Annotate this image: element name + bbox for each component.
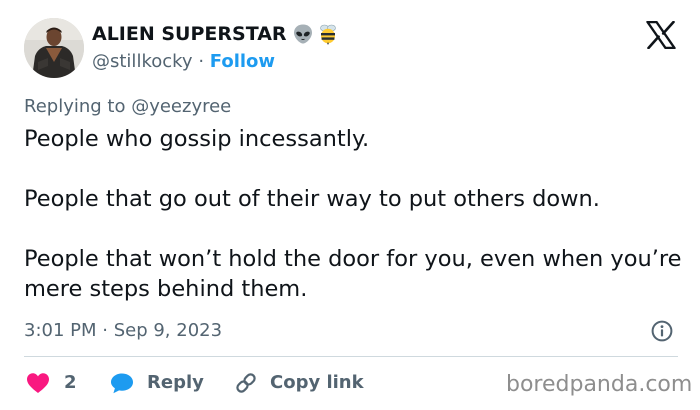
handle[interactable]: @stillkocky bbox=[92, 51, 193, 72]
timestamp[interactable]: 3:01 PM · Sep 9, 2023 bbox=[24, 319, 222, 343]
alien-icon bbox=[294, 24, 312, 44]
tweet-paragraph: People that won’t hold the door for you,… bbox=[24, 246, 682, 302]
tweet-card: ALIEN SUPERSTAR @stillkocky · Follow Rep… bbox=[0, 0, 700, 410]
link-icon bbox=[236, 373, 256, 393]
heart-icon bbox=[27, 373, 49, 393]
tweet-paragraph: People that go out of their way to put o… bbox=[24, 186, 600, 212]
bee-icon bbox=[320, 24, 336, 45]
avatar[interactable] bbox=[24, 18, 84, 78]
tweet-paragraph: People who gossip incessantly. bbox=[24, 126, 370, 152]
like-count: 2 bbox=[64, 372, 77, 393]
follow-button[interactable]: Follow bbox=[210, 51, 275, 72]
handle-line: @stillkocky · Follow bbox=[92, 50, 275, 74]
tweet-text: People who gossip incessantly. People th… bbox=[24, 124, 694, 304]
reply-label: Reply bbox=[147, 372, 204, 393]
name-emoji-badges bbox=[292, 23, 339, 45]
reply-button[interactable]: Reply bbox=[110, 370, 204, 396]
divider bbox=[24, 356, 678, 357]
copy-link-button[interactable]: Copy link bbox=[233, 370, 364, 396]
replying-to[interactable]: Replying to @yeezyree bbox=[24, 95, 231, 119]
boredpanda-watermark: boredpanda.com bbox=[506, 372, 693, 397]
reply-bubble-icon bbox=[111, 373, 133, 394]
like-button[interactable]: 2 bbox=[26, 370, 77, 396]
copy-link-label: Copy link bbox=[270, 372, 364, 393]
info-icon[interactable] bbox=[651, 320, 673, 342]
display-name[interactable]: ALIEN SUPERSTAR bbox=[92, 21, 287, 47]
avatar-photo bbox=[24, 18, 84, 78]
x-logo-icon[interactable] bbox=[646, 21, 676, 49]
handle-separator: · bbox=[198, 51, 205, 72]
